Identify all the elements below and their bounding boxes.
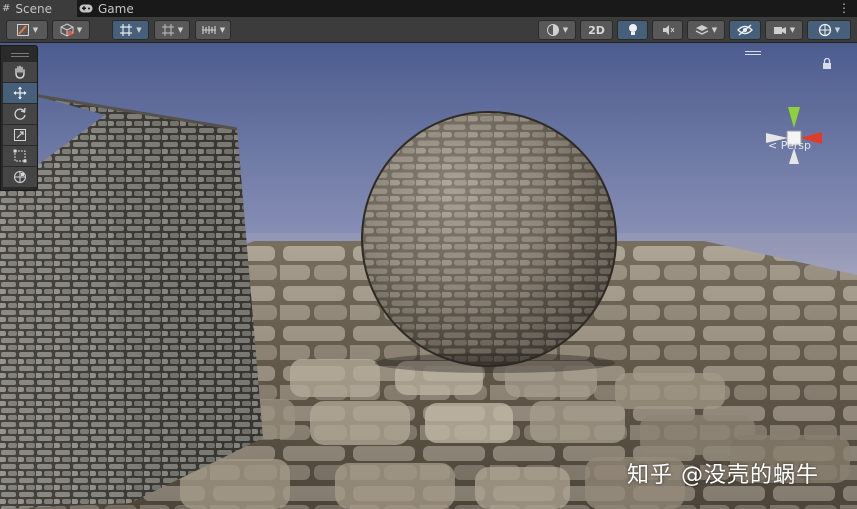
tool-palette — [0, 45, 38, 191]
increment-snapping-dropdown[interactable]: ▼ — [195, 20, 231, 40]
chevron-down-icon: ▼ — [834, 26, 841, 34]
hand-tool[interactable] — [3, 62, 37, 82]
rotate-tool[interactable] — [3, 104, 37, 124]
tab-game[interactable]: Game — [77, 0, 144, 17]
render-mode-dropdown[interactable]: ▼ — [52, 20, 90, 40]
grid-icon — [161, 24, 174, 36]
2d-mode-label: 2D — [588, 23, 605, 37]
chevron-down-icon: ▼ — [789, 26, 796, 34]
chevron-down-icon: ▼ — [76, 26, 83, 34]
lock-icon[interactable] — [822, 58, 832, 69]
camera-dropdown[interactable]: ▼ — [765, 20, 803, 40]
tab-scene[interactable]: # Scene — [0, 0, 77, 17]
chevron-left-icon: < — [768, 139, 778, 152]
grid-snap-icon — [120, 24, 133, 36]
palette-grip-icon[interactable] — [3, 48, 37, 62]
layers-icon — [695, 25, 709, 35]
eye-hidden-icon — [737, 24, 753, 36]
orientation-gizmo[interactable] — [760, 98, 830, 178]
chevron-down-icon: ▼ — [219, 26, 226, 34]
chevron-down-icon: ▼ — [177, 26, 184, 34]
scale-icon — [14, 129, 26, 141]
gizmo-grip-icon[interactable] — [745, 51, 761, 55]
transform-tool[interactable] — [3, 167, 37, 187]
audio-toggle[interactable] — [652, 20, 683, 40]
chevron-down-icon: ▼ — [32, 26, 39, 34]
scene-visibility-toggle[interactable] — [729, 20, 761, 40]
camera-icon — [773, 27, 786, 34]
cube-icon — [60, 23, 74, 37]
rect-tool[interactable] — [3, 146, 37, 166]
move-tool[interactable] — [3, 83, 37, 103]
grid-visibility-dropdown[interactable]: ▼ — [154, 20, 190, 40]
chevron-down-icon: ▼ — [136, 26, 142, 34]
watermark: 知乎 @没壳的蜗牛 — [627, 463, 819, 488]
projection-label: Persp — [780, 139, 811, 152]
scale-tool[interactable] — [3, 125, 37, 145]
2d-mode-toggle[interactable]: 2D — [580, 20, 613, 40]
lighting-toggle[interactable] — [617, 20, 648, 40]
gamepad-icon — [79, 4, 93, 13]
brush-icon — [16, 24, 29, 36]
projection-toggle[interactable]: < Persp — [768, 139, 811, 152]
chevron-down-icon: ▼ — [562, 26, 569, 34]
draw-mode-dropdown[interactable]: ▼ — [6, 20, 48, 40]
grid-snapping-dropdown[interactable]: ▼ — [112, 20, 149, 40]
gizmos-dropdown[interactable]: ▼ — [807, 20, 851, 40]
rotate-icon — [14, 107, 26, 120]
tab-scene-label: Scene — [15, 1, 52, 16]
shaded-sphere-icon — [546, 24, 559, 36]
gizmo-y-axis[interactable] — [788, 107, 800, 128]
mute-icon — [662, 25, 674, 35]
rect-icon — [13, 149, 27, 163]
lightbulb-icon — [628, 24, 637, 35]
more-options-icon[interactable]: ⋮ — [838, 1, 850, 15]
transform-icon — [14, 171, 26, 183]
scene-view[interactable]: < Persp 知乎 @没壳的蜗牛 — [0, 43, 857, 509]
hash-icon: # — [2, 3, 11, 14]
globe-icon — [818, 23, 831, 37]
window-tab-bar: # Scene Game ⋮ — [0, 0, 857, 17]
move-icon — [13, 86, 27, 100]
chevron-down-icon: ▼ — [711, 26, 718, 34]
ruler-icon — [201, 26, 216, 34]
scene-render — [0, 43, 857, 509]
scene-toolbar: ▼ ▼ ▼ ▼ ▼ ▼ 2D ▼ ▼ ▼ — [0, 17, 857, 43]
shading-mode-dropdown[interactable]: ▼ — [538, 20, 576, 40]
effects-dropdown[interactable]: ▼ — [687, 20, 725, 40]
tab-game-label: Game — [98, 1, 134, 16]
hand-icon — [15, 65, 25, 79]
